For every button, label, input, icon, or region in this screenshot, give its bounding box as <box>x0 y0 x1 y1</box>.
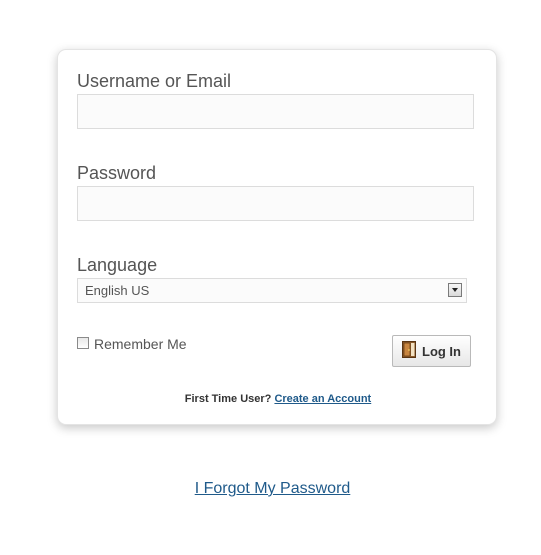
first-time-prompt: First Time User? <box>184 393 272 405</box>
dropdown-arrow-icon[interactable] <box>448 283 462 297</box>
create-account-link[interactable]: Create an Account <box>274 393 371 405</box>
password-input[interactable] <box>77 186 474 221</box>
username-label: Username or Email <box>77 71 232 91</box>
language-selected-value: English US <box>85 283 150 298</box>
remember-me-label: Remember Me <box>94 336 187 352</box>
door-icon <box>402 341 416 358</box>
log-in-button[interactable]: Log In <box>392 335 471 367</box>
log-in-button-label: Log In <box>422 343 461 359</box>
language-label: Language <box>77 255 158 275</box>
login-page: Username or Email Password Language Engl… <box>0 0 541 555</box>
remember-me[interactable]: Remember Me <box>77 336 187 352</box>
forgot-password-link[interactable]: I Forgot My Password <box>0 480 541 498</box>
remember-me-checkbox[interactable] <box>77 336 89 349</box>
username-input[interactable] <box>77 94 474 129</box>
first-time-user: First Time User? Create an Account <box>58 393 498 405</box>
language-select[interactable]: English US <box>77 278 467 303</box>
login-card: Username or Email Password Language Engl… <box>57 49 497 425</box>
password-label: Password <box>77 163 157 183</box>
